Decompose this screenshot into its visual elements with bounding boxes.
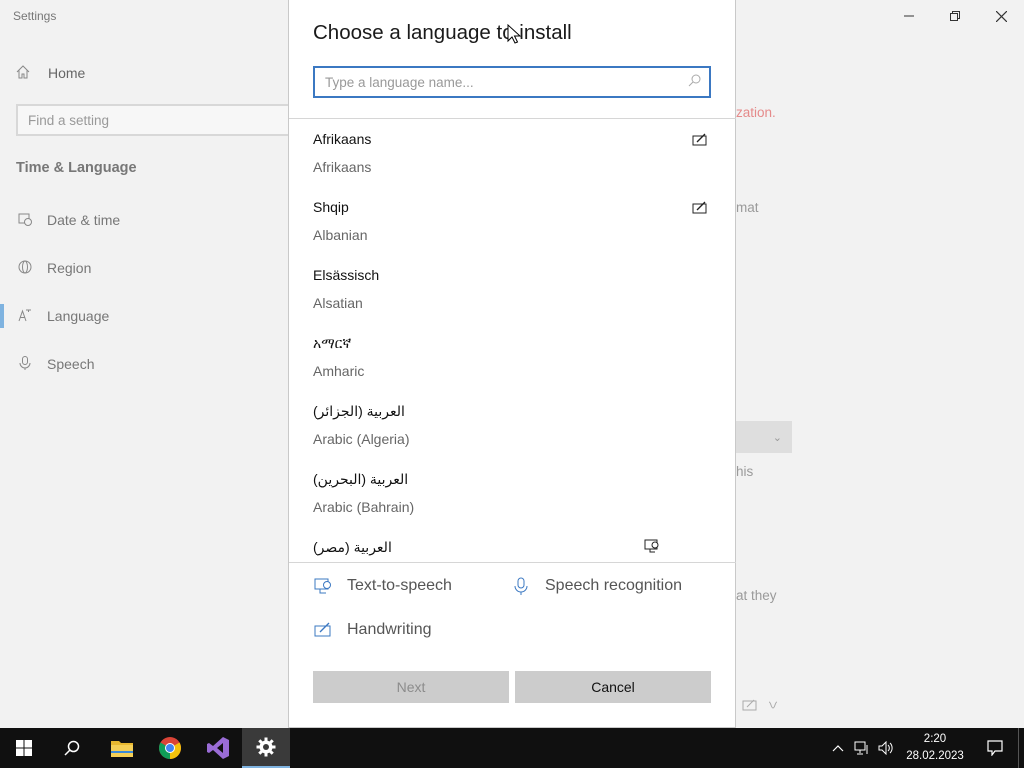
- search-icon: [64, 740, 80, 756]
- language-english-name: Afrikaans: [313, 159, 372, 175]
- legend-text-to-speech: Text-to-speech: [313, 577, 452, 595]
- nav-home[interactable]: Home: [0, 50, 289, 96]
- language-item-arabic-algeria[interactable]: العربية (الجزائر) Arabic (Algeria): [289, 391, 736, 459]
- nav-item-label: Language: [47, 308, 110, 324]
- clock-time: 2:20: [923, 733, 947, 745]
- language-english-name: Albanian: [313, 227, 368, 243]
- nav-item-region[interactable]: Region: [0, 244, 289, 292]
- language-native-name: العربية (مصر): [313, 539, 392, 555]
- action-center-button[interactable]: [972, 740, 1018, 756]
- language-item-amharic[interactable]: አማርኛ Amharic: [289, 323, 736, 391]
- language-item-afrikaans[interactable]: Afrikaans Afrikaans: [289, 119, 736, 187]
- system-tray: 2:20 28.02.2023: [826, 728, 1024, 768]
- choose-language-dialog: Choose a language to install Afrikaans A…: [288, 0, 736, 728]
- handwriting-icon: [692, 201, 707, 214]
- nav-item-label: Date & time: [47, 212, 121, 228]
- background-text: at they: [736, 588, 777, 603]
- language-item-albanian[interactable]: Shqip Albanian: [289, 187, 736, 255]
- nav-item-date-time[interactable]: Date & time: [0, 196, 289, 244]
- language-icon: [16, 308, 34, 325]
- find-setting-input[interactable]: Find a setting: [16, 104, 306, 136]
- search-button[interactable]: [48, 728, 96, 768]
- language-list[interactable]: Afrikaans Afrikaans Shqip Albanian Elsäs…: [289, 119, 736, 562]
- file-explorer-button[interactable]: [98, 728, 146, 768]
- nav-item-speech[interactable]: Speech: [0, 340, 289, 388]
- microphone-icon: [514, 577, 528, 595]
- visual-studio-button[interactable]: [194, 728, 242, 768]
- window-title: Settings: [13, 9, 57, 23]
- language-native-name: Elsässisch: [313, 267, 380, 283]
- start-icon: [16, 740, 32, 756]
- language-search-field[interactable]: [313, 66, 711, 98]
- nav-item-label: Speech: [47, 356, 95, 372]
- language-native-name: العربية (الجزائر): [313, 403, 405, 419]
- nav-item-label: Region: [47, 260, 92, 276]
- taskbar: 2:20 28.02.2023: [0, 728, 1024, 768]
- chrome-button[interactable]: [146, 728, 194, 768]
- clock-date: 28.02.2023: [906, 750, 964, 762]
- start-button[interactable]: [0, 728, 48, 768]
- network-button[interactable]: [850, 741, 874, 755]
- chrome-icon: [159, 737, 181, 759]
- language-search-input[interactable]: [325, 74, 675, 90]
- nav-item-language[interactable]: Language: [0, 292, 289, 340]
- language-english-name: Amharic: [313, 363, 365, 379]
- language-english-name: Arabic (Algeria): [313, 431, 410, 447]
- nav-home-label: Home: [48, 65, 86, 81]
- nav-group-title: Time & Language: [16, 160, 137, 176]
- language-item-arabic-bahrain[interactable]: العربية (البحرين) Arabic (Bahrain): [289, 459, 736, 527]
- language-native-name: Afrikaans: [313, 131, 372, 147]
- language-item-alsatian[interactable]: Elsässisch Alsatian: [289, 255, 736, 323]
- language-item-arabic-egypt[interactable]: العربية (مصر): [289, 527, 736, 562]
- dialog-title: Choose a language to install: [313, 21, 572, 44]
- search-icon: [688, 74, 701, 90]
- language-native-name: العربية (البحرين): [313, 471, 409, 487]
- handwriting-icon: [742, 698, 758, 715]
- microphone-icon: [16, 355, 34, 373]
- language-english-name: Arabic (Bahrain): [313, 499, 415, 515]
- background-text: mat: [736, 200, 759, 215]
- home-icon: [16, 64, 34, 82]
- handwriting-icon: [692, 133, 707, 146]
- background-dropdown[interactable]: ⌄: [736, 421, 792, 453]
- settings-taskbar-button[interactable]: [242, 728, 290, 768]
- volume-button[interactable]: [874, 741, 898, 755]
- settings-icon: [256, 737, 276, 757]
- chevron-down-icon: ⌄: [772, 431, 782, 444]
- language-native-name: አማርኛ: [313, 335, 352, 351]
- legend-label: Handwriting: [347, 621, 432, 638]
- language-native-name: Shqip: [313, 199, 349, 215]
- speech-icon: [766, 698, 780, 715]
- background-text: zation.: [736, 105, 776, 120]
- text-to-speech-icon: [314, 578, 331, 594]
- next-button[interactable]: Next: [313, 671, 509, 703]
- notification-icon: [987, 740, 1003, 756]
- cancel-button[interactable]: Cancel: [515, 671, 711, 703]
- calendar-clock-icon: [16, 212, 34, 229]
- show-hidden-icons-button[interactable]: [826, 744, 850, 752]
- settings-nav: Home Find a setting Time & Language Date…: [0, 50, 306, 388]
- network-icon: [854, 741, 868, 755]
- text-to-speech-icon: [644, 539, 659, 553]
- taskbar-clock[interactable]: 2:20 28.02.2023: [898, 731, 972, 765]
- legend-speech-recognition: Speech recognition: [511, 577, 682, 595]
- file-explorer-icon: [111, 741, 133, 757]
- legend-label: Speech recognition: [545, 577, 682, 594]
- divider: [289, 562, 736, 563]
- show-desktop-button[interactable]: [1018, 728, 1024, 768]
- speaker-icon: [878, 741, 893, 755]
- globe-icon: [16, 260, 34, 277]
- background-text: his: [736, 464, 754, 479]
- language-english-name: Alsatian: [313, 295, 363, 311]
- legend-handwriting: Handwriting: [313, 621, 431, 639]
- chevron-up-icon: [832, 745, 844, 752]
- legend-label: Text-to-speech: [347, 577, 452, 594]
- settings-content: zation. mat ⌄ his at they: [736, 0, 1024, 728]
- mouse-cursor-icon: [507, 24, 521, 44]
- visual-studio-icon: [207, 737, 229, 759]
- handwriting-icon: [314, 622, 331, 637]
